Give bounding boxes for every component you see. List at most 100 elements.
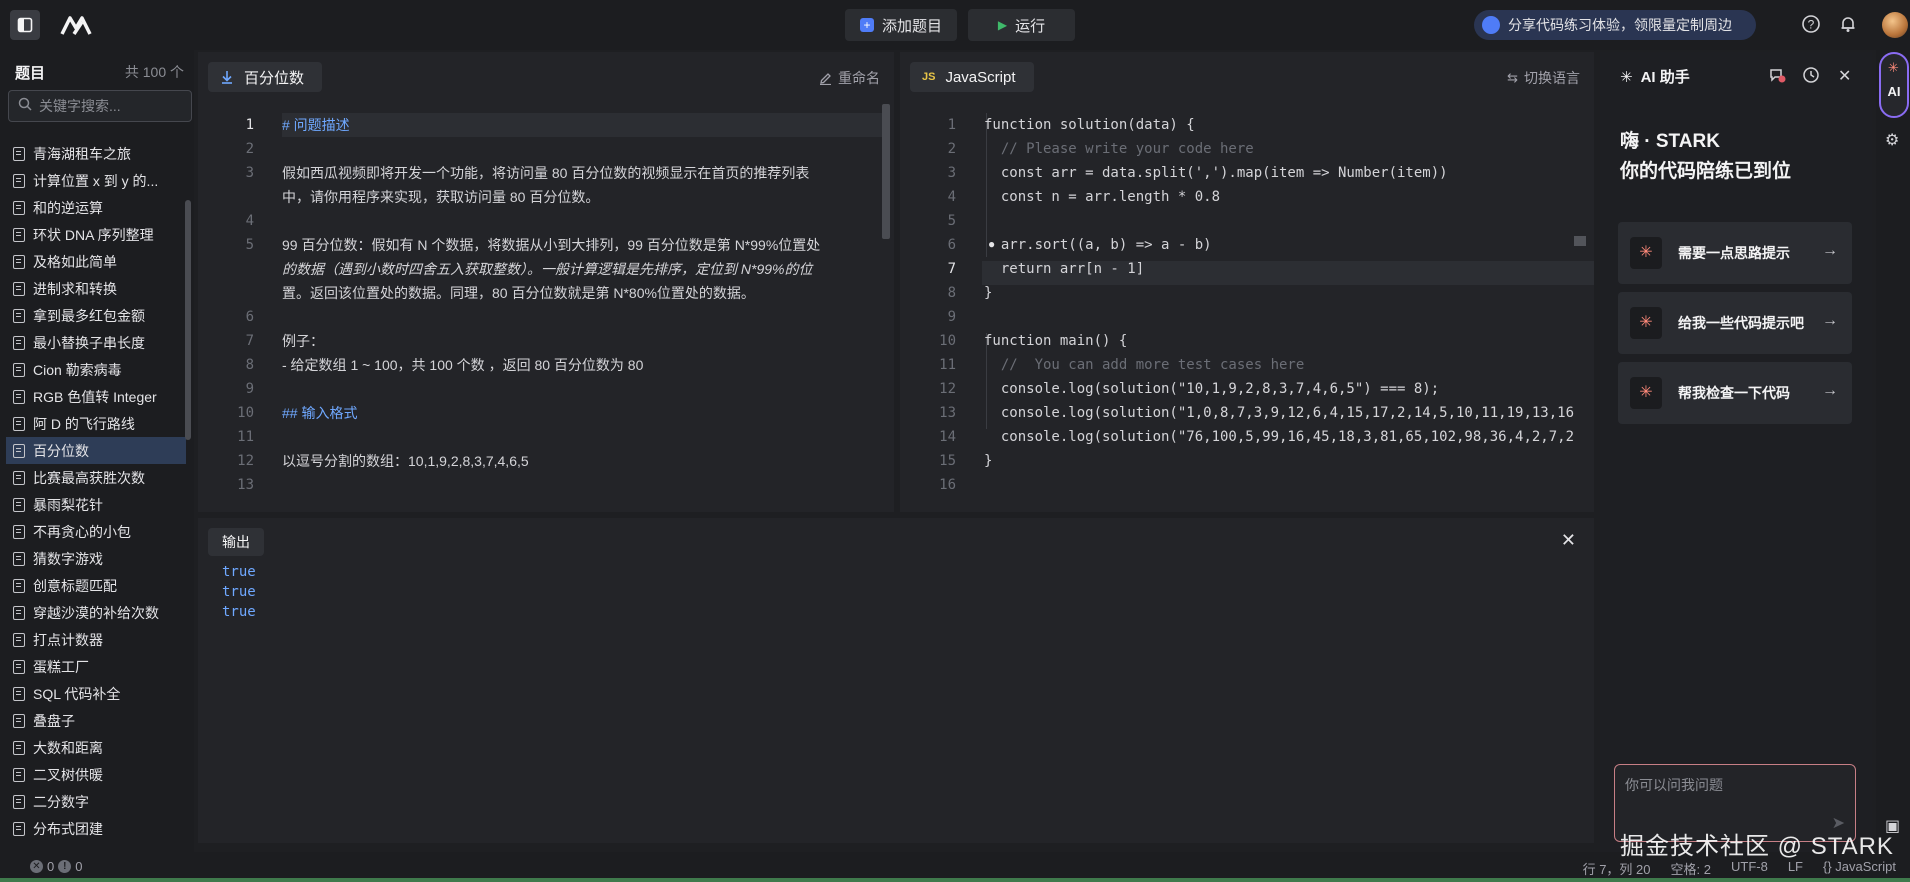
- lightbulb-icon[interactable]: ●: [988, 237, 995, 251]
- problem-list-item[interactable]: 穿越沙漠的补给次数: [0, 599, 186, 626]
- document-icon: [13, 308, 25, 323]
- code-scrollbar[interactable]: [1574, 236, 1586, 246]
- description-scrollbar[interactable]: [882, 104, 890, 239]
- add-problem-button[interactable]: + 添加题目: [845, 9, 957, 41]
- line-ending[interactable]: LF: [1788, 859, 1803, 878]
- problem-list-item[interactable]: 二叉树供暖: [0, 761, 186, 788]
- description-line: 的数据（遇到小数时四舍五入获取整数）。一般计算逻辑是先排序，定位到 N*99%的…: [282, 261, 813, 277]
- problem-list-item[interactable]: 创意标题匹配: [0, 572, 186, 599]
- line-number: 4: [947, 189, 956, 205]
- share-experience-banner[interactable]: 分享代码练习体验，领限量定制周边: [1474, 10, 1756, 40]
- code-line[interactable]: const arr = data.split(',').map(item => …: [984, 161, 1592, 185]
- output-tab[interactable]: 输出: [208, 528, 264, 556]
- ai-greeting-message: 你的代码陪练已到位: [1620, 161, 1792, 182]
- code-line[interactable]: function main() {: [984, 329, 1592, 353]
- line-number: 8: [947, 285, 956, 301]
- problem-title: 暴雨梨花针: [33, 496, 103, 513]
- ai-suggestion-code-button[interactable]: ✳ 给我一些代码提示吧 →: [1618, 292, 1852, 354]
- rename-button[interactable]: 重命名: [819, 68, 880, 88]
- document-icon: [13, 146, 25, 161]
- problem-list-item[interactable]: 不再贪心的小包: [0, 518, 186, 545]
- marscode-logo-icon: [60, 16, 92, 35]
- sidebar-title: 题目: [15, 65, 46, 82]
- cursor-position[interactable]: 行 7，列 20: [1583, 859, 1651, 878]
- problem-list-item[interactable]: 分布式团建: [0, 815, 186, 842]
- toggle-sidebar-button[interactable]: [10, 10, 40, 40]
- problem-list-item[interactable]: RGB 色值转 Integer: [0, 383, 186, 410]
- search-input[interactable]: [39, 95, 187, 117]
- problem-list-item[interactable]: 暴雨梨花针: [0, 491, 186, 518]
- code-line[interactable]: }: [984, 281, 1592, 305]
- history-icon[interactable]: [1802, 66, 1820, 89]
- search-icon: [18, 97, 32, 114]
- bell-icon[interactable]: [1837, 14, 1859, 36]
- line-number: 11: [237, 429, 254, 445]
- problem-list-item[interactable]: 阿 D 的飞行路线: [0, 410, 186, 437]
- ai-assistant-panel: ✳ AI 助手 ✕ 嗨 · STARK 你的代码陪练已到位 ✳ 需要一点思路提示…: [1600, 52, 1872, 852]
- problem-list-item[interactable]: 青海湖租车之旅: [0, 140, 186, 167]
- problem-list-item[interactable]: SQL 代码补全: [0, 680, 186, 707]
- problem-list-item[interactable]: 计算位置 x 到 y 的...: [0, 167, 186, 194]
- problem-list-item[interactable]: 比赛最高获胜次数: [0, 464, 186, 491]
- code-line[interactable]: // You can add more test cases here: [984, 353, 1592, 377]
- problem-list-item[interactable]: 大数和距离: [0, 734, 186, 761]
- line-number: 2: [245, 141, 254, 157]
- document-icon: [13, 578, 25, 593]
- problem-list-item[interactable]: 及格如此简单: [0, 248, 186, 275]
- code-editor-panel: JS JavaScript ⇆ 切换语言 1 function solution(…: [900, 52, 1594, 512]
- code-line[interactable]: console.log(solution("76,100,5,99,16,45,…: [984, 425, 1592, 449]
- language-tab-label: JavaScript: [945, 68, 1016, 86]
- problem-list-item[interactable]: 进制求和转换: [0, 275, 186, 302]
- document-icon: [13, 281, 25, 296]
- line-number: 7: [245, 333, 254, 349]
- switch-language-button[interactable]: ⇆ 切换语言: [1507, 68, 1580, 88]
- code-line[interactable]: }: [984, 449, 1592, 473]
- close-icon[interactable]: ✕: [1838, 66, 1851, 86]
- download-arrow-icon: [222, 71, 232, 84]
- problem-list-item[interactable]: 拿到最多红包金额: [0, 302, 186, 329]
- sidebar-scrollbar[interactable]: [185, 200, 191, 440]
- code-line[interactable]: // Please write your code here: [984, 137, 1592, 161]
- description-tab[interactable]: 百分位数: [208, 62, 323, 92]
- indent-setting[interactable]: 空格: 2: [1671, 859, 1711, 878]
- edit-pencil-icon: [820, 72, 831, 85]
- top-bar: + 添加题目 ▶ 运行 分享代码练习体验，领限量定制周边 ?: [0, 0, 1910, 50]
- problem-list-item[interactable]: 叠盘子: [0, 707, 186, 734]
- encoding[interactable]: UTF-8: [1731, 859, 1768, 878]
- ai-suggestion-check-button[interactable]: ✳ 帮我检查一下代码 →: [1618, 362, 1852, 424]
- code-line[interactable]: return arr[n - 1]: [984, 257, 1592, 281]
- ai-rail-button[interactable]: ✳ AI: [1879, 52, 1909, 118]
- code-line[interactable]: const n = arr.length * 0.8: [984, 185, 1592, 209]
- document-icon: [13, 713, 25, 728]
- problem-list-item[interactable]: 最小替换子串长度: [0, 329, 186, 356]
- line-number: 9: [947, 309, 956, 325]
- problem-list-item[interactable]: 百分位数: [6, 437, 186, 464]
- problem-list-item[interactable]: Cion 勒索病毒: [0, 356, 186, 383]
- code-line[interactable]: console.log(solution("1,0,8,7,3,9,12,6,4…: [984, 401, 1592, 425]
- ai-header: ✳ AI 助手: [1620, 66, 1690, 87]
- close-icon[interactable]: ✕: [1561, 530, 1576, 551]
- problems-indicator[interactable]: ✕ 0 ! 0: [30, 859, 82, 874]
- new-chat-icon[interactable]: [1768, 66, 1786, 89]
- code-line[interactable]: console.log(solution("10,1,9,2,8,3,7,4,6…: [984, 377, 1592, 401]
- document-icon: [13, 227, 25, 242]
- run-button[interactable]: ▶ 运行: [968, 9, 1075, 41]
- language-tab[interactable]: JS JavaScript: [910, 62, 1034, 92]
- problem-list-item[interactable]: 环状 DNA 序列整理: [0, 221, 186, 248]
- problem-list-item[interactable]: 蛋糕工厂: [0, 653, 186, 680]
- code-line[interactable]: arr.sort((a, b) => a - b): [984, 233, 1592, 257]
- problem-list-item[interactable]: 打点计数器: [0, 626, 186, 653]
- ai-suggestion-hint-button[interactable]: ✳ 需要一点思路提示 →: [1618, 222, 1852, 284]
- help-icon[interactable]: ?: [1800, 14, 1822, 36]
- problem-list-item[interactable]: 和的逆运算: [0, 194, 186, 221]
- plugin-icon[interactable]: ⚙: [1885, 130, 1899, 150]
- user-avatar[interactable]: [1882, 12, 1908, 38]
- code-line[interactable]: function solution(data) {: [984, 113, 1592, 137]
- problem-list-item[interactable]: 猜数字游戏: [0, 545, 186, 572]
- language-mode[interactable]: {} JavaScript: [1823, 859, 1896, 878]
- ai-suggestion-label: 需要一点思路提示: [1678, 245, 1790, 261]
- line-number: 10: [939, 333, 956, 349]
- problem-sidebar: 题目 共 100 个 青海湖租车之旅计算位置 x 到 y 的... 和的逆运算环状…: [0, 50, 194, 852]
- ai-question-input[interactable]: [1625, 775, 1845, 825]
- problem-list-item[interactable]: 二分数字: [0, 788, 186, 815]
